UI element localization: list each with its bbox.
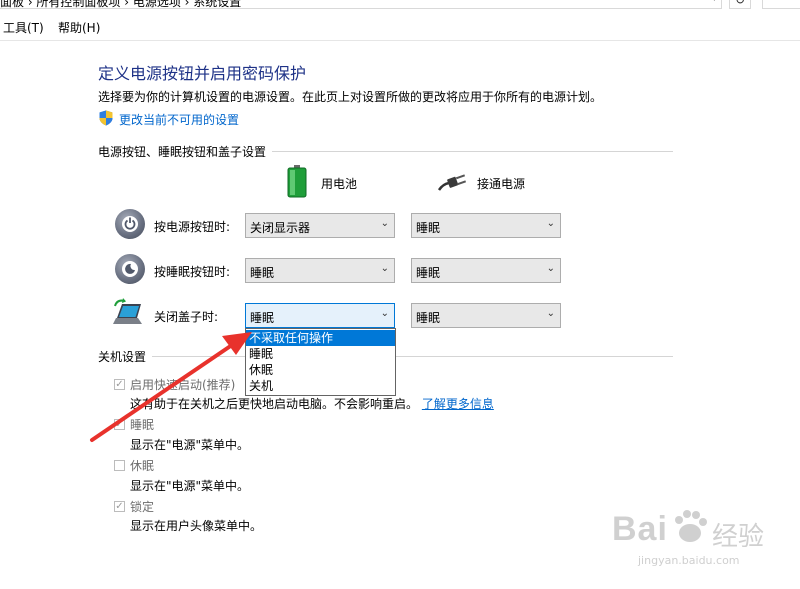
power-button-battery-select[interactable]: 关闭显示器 ⌄ xyxy=(245,213,395,238)
sleep-button-icon xyxy=(115,254,145,284)
fast-startup-label: 启用快速启动(推荐) xyxy=(130,378,236,392)
chevron-down-icon: ⌄ xyxy=(546,308,555,319)
lock-option-label: 锁定 xyxy=(130,500,155,514)
change-unavailable-settings-link[interactable]: 更改当前不可用的设置 xyxy=(119,111,239,128)
dropdown-option[interactable]: 不采取任何操作 xyxy=(246,330,395,346)
sleep-button-label: 按睡眠按钮时: xyxy=(154,265,231,279)
fast-startup-checkbox[interactable]: ✓ xyxy=(114,379,125,390)
watermark-brand: Bai xyxy=(612,510,668,548)
watermark-url: jingyan.baidu.com xyxy=(638,554,740,567)
uac-shield-icon xyxy=(99,110,113,126)
hibernate-option-label: 休眠 xyxy=(130,459,155,473)
paw-logo-icon xyxy=(675,510,707,542)
menu-help[interactable]: 帮助(H) xyxy=(58,19,100,36)
page-description: 选择要为你的计算机设置的电源设置。在此页上对设置所做的更改将应用于你所有的电源计… xyxy=(98,90,603,104)
lid-close-dropdown-list: 不采取任何操作 睡眠 休眠 关机 xyxy=(245,328,396,396)
search-input[interactable] xyxy=(762,0,800,9)
select-value: 睡眠 xyxy=(416,311,441,325)
hibernate-option-description: 显示在"电源"菜单中。 xyxy=(130,479,250,493)
power-plug-icon xyxy=(437,174,467,191)
watermark-suffix: 经验 xyxy=(712,522,765,552)
dropdown-option[interactable]: 睡眠 xyxy=(246,346,395,362)
sleep-option-description: 显示在"电源"菜单中。 xyxy=(130,438,250,452)
chevron-down-icon: ⌄ xyxy=(380,308,389,319)
plugged-in-column-label: 接通电源 xyxy=(477,177,526,191)
chevron-down-icon[interactable]: ▾ xyxy=(712,0,717,4)
sleep-button-plugged-select[interactable]: 睡眠 ⌄ xyxy=(411,258,561,283)
power-button-icon xyxy=(115,209,145,239)
address-bar: 面板 › 所有控制面板项 › 电源选项 › 系统设置 ▾ ↻ xyxy=(0,0,800,14)
power-button-plugged-select[interactable]: 睡眠 ⌄ xyxy=(411,213,561,238)
lock-checkbox[interactable]: ✓ xyxy=(114,501,125,512)
battery-column-label: 用电池 xyxy=(321,177,358,191)
shutdown-section-title: 关机设置 xyxy=(98,348,153,365)
page-title: 定义电源按钮并启用密码保护 xyxy=(98,64,307,83)
description-text: 这有助于在关机之后更快地启动电脑。不会影响重启。 xyxy=(130,397,419,411)
select-value: 睡眠 xyxy=(416,221,441,235)
refresh-icon[interactable]: ↻ xyxy=(729,0,751,9)
section-divider xyxy=(396,356,673,357)
chevron-down-icon: ⌄ xyxy=(546,263,555,274)
select-value: 睡眠 xyxy=(250,266,275,280)
sleep-checkbox[interactable]: ✓ xyxy=(114,419,125,430)
menu-tools[interactable]: 工具(T) xyxy=(3,19,44,36)
lid-close-battery-select[interactable]: 睡眠 ⌄ xyxy=(245,303,395,328)
learn-more-link[interactable]: 了解更多信息 xyxy=(422,397,494,411)
chevron-down-icon: ⌄ xyxy=(380,263,389,274)
laptop-lid-icon xyxy=(113,298,142,324)
lid-close-plugged-select[interactable]: 睡眠 ⌄ xyxy=(411,303,561,328)
hibernate-checkbox[interactable] xyxy=(114,460,125,471)
lid-close-label: 关闭盖子时: xyxy=(154,310,219,324)
select-value: 睡眠 xyxy=(250,311,275,325)
battery-icon xyxy=(287,165,307,198)
chevron-down-icon: ⌄ xyxy=(380,218,389,229)
sleep-button-battery-select[interactable]: 睡眠 ⌄ xyxy=(245,258,395,283)
power-button-label: 按电源按钮时: xyxy=(154,220,231,234)
fast-startup-description: 这有助于在关机之后更快地启动电脑。不会影响重启。 了解更多信息 xyxy=(130,395,494,412)
select-value: 关闭显示器 xyxy=(250,221,311,235)
menu-bar xyxy=(0,14,800,41)
dropdown-option[interactable]: 关机 xyxy=(246,378,395,394)
sleep-option-label: 睡眠 xyxy=(130,418,155,432)
power-section-title: 电源按钮、睡眠按钮和盖子设置 xyxy=(98,143,273,160)
dropdown-option[interactable]: 休眠 xyxy=(246,362,395,378)
chevron-down-icon: ⌄ xyxy=(546,218,555,229)
select-value: 睡眠 xyxy=(416,266,441,280)
breadcrumb[interactable]: 面板 › 所有控制面板项 › 电源选项 › 系统设置 xyxy=(0,0,241,10)
lock-option-description: 显示在用户头像菜单中。 xyxy=(130,519,263,533)
baidu-watermark: Bai 经验 jingyan.baidu.com xyxy=(612,500,792,580)
